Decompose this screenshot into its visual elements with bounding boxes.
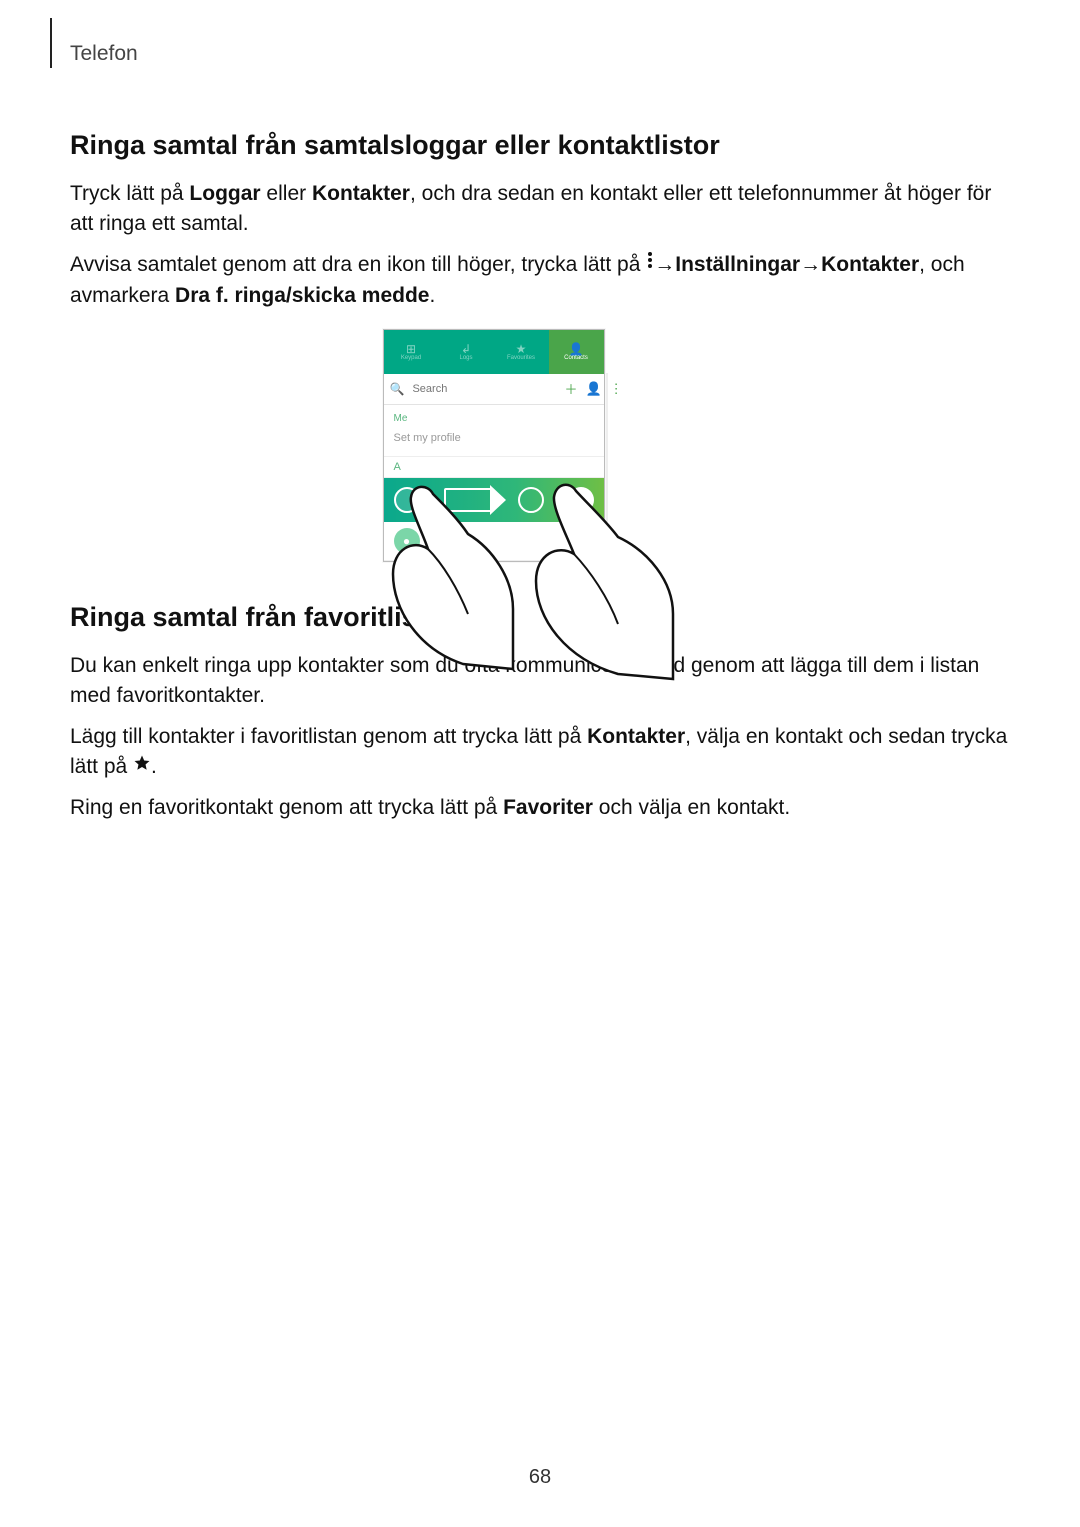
letter-header: A xyxy=(384,457,604,478)
content: Ringa samtal från samtalsloggar eller ko… xyxy=(70,130,1010,823)
phone-tabs: ⊞ Keypad ↲ Logs ★ Favourites 👤 xyxy=(384,330,604,374)
figure: ⊞ Keypad ↲ Logs ★ Favourites 👤 xyxy=(383,329,698,562)
text: . xyxy=(151,755,157,778)
avatar-icon: ● xyxy=(394,528,420,554)
star-icon xyxy=(133,751,151,781)
person-icon: 👤 xyxy=(569,343,584,355)
text: Tryck lätt på xyxy=(70,182,189,205)
add-contact-icon[interactable]: 👤 xyxy=(585,381,601,397)
tab-label: Keypad xyxy=(401,355,421,361)
section2-p2: Lägg till kontakter i favoritlistan geno… xyxy=(70,722,1010,783)
tab-keypad[interactable]: ⊞ Keypad xyxy=(384,330,439,374)
section1-heading: Ringa samtal från samtalsloggar eller ko… xyxy=(70,130,1010,161)
search-icon: 🔍 xyxy=(390,382,405,396)
contact-email: naver.com xyxy=(428,535,594,546)
handle-icon xyxy=(518,487,544,513)
text: eller xyxy=(261,182,312,205)
more-icon xyxy=(646,248,654,278)
star-icon: ★ xyxy=(516,343,527,355)
tab-contacts[interactable]: 👤 Contacts xyxy=(549,330,604,374)
text: Lägg till kontakter i favoritlistan geno… xyxy=(70,725,587,748)
header-divider xyxy=(50,18,52,68)
text: Ring en favoritkontakt genom att trycka … xyxy=(70,796,503,819)
text: och välja en kontakt. xyxy=(593,796,790,819)
bold-loggar: Loggar xyxy=(189,182,260,205)
list-item-profile[interactable]: Set my profile xyxy=(384,426,604,457)
bold-kontakter: Kontakter xyxy=(312,182,410,205)
contact-avatar-icon xyxy=(394,487,420,513)
text: Avvisa samtalet genom att dra en ikon ti… xyxy=(70,253,646,276)
tab-label: Logs xyxy=(459,355,472,361)
swipe-row[interactable]: 📞 xyxy=(384,478,604,522)
figure-wrap: ⊞ Keypad ↲ Logs ★ Favourites 👤 xyxy=(70,329,1010,562)
call-icon: 📞 xyxy=(568,487,594,513)
more-icon[interactable]: ⋮ xyxy=(610,381,623,397)
section1-p1: Tryck lätt på Loggar eller Kontakter, oc… xyxy=(70,179,1010,240)
section2-p1: Du kan enkelt ringa upp kontakter som du… xyxy=(70,651,1010,712)
bold-installningar: Inställningar xyxy=(675,253,800,276)
manual-page: Telefon Ringa samtal från samtalsloggar … xyxy=(0,0,1080,1527)
bold-kontakter2: Kontakter xyxy=(821,253,919,276)
section2-p3: Ring en favoritkontakt genom att trycka … xyxy=(70,793,1010,823)
text: . xyxy=(429,284,435,307)
page-number: 68 xyxy=(0,1466,1080,1489)
bold-dra: Dra f. ringa/skicka medde xyxy=(175,284,429,307)
bold-favoriter: Favoriter xyxy=(503,796,593,819)
section2-heading: Ringa samtal från favoritlistan xyxy=(70,602,1010,633)
bold-kontakter3: Kontakter xyxy=(587,725,685,748)
list-header-me: Me xyxy=(384,405,604,426)
contact-row[interactable]: ● naver.com xyxy=(384,522,604,561)
swipe-arrow-icon xyxy=(444,488,494,512)
search-input[interactable] xyxy=(410,382,556,396)
keypad-icon: ⊞ xyxy=(406,343,416,355)
tab-favourites[interactable]: ★ Favourites xyxy=(494,330,549,374)
add-icon[interactable]: ＋ xyxy=(564,379,577,398)
arrow: → xyxy=(654,250,675,280)
logs-icon: ↲ xyxy=(461,343,471,355)
tab-label: Favourites xyxy=(507,355,535,361)
tab-logs[interactable]: ↲ Logs xyxy=(439,330,494,374)
section2: Ringa samtal från favoritlistan Du kan e… xyxy=(70,602,1010,823)
tab-label: Contacts xyxy=(564,355,588,361)
arrow: → xyxy=(800,250,821,280)
section1-p2: Avvisa samtalet genom att dra en ikon ti… xyxy=(70,250,1010,311)
search-row: 🔍 ＋ 👤 ⋮ xyxy=(384,374,604,405)
breadcrumb: Telefon xyxy=(70,42,138,66)
phone-frame: ⊞ Keypad ↲ Logs ★ Favourites 👤 xyxy=(383,329,605,562)
